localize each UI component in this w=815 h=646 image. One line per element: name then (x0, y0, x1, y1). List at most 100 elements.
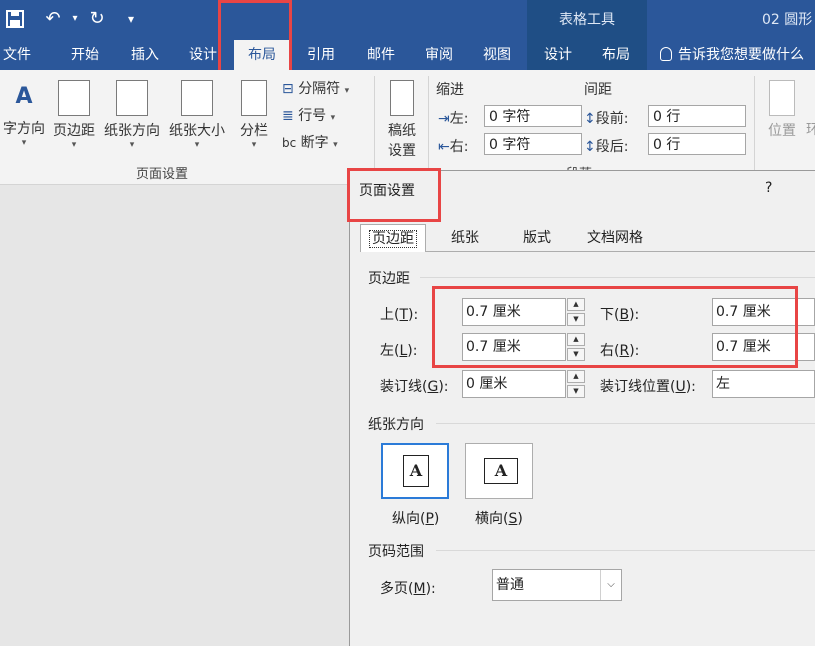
caret-icon: ▾ (21, 138, 27, 148)
caret-icon: ▾ (251, 140, 257, 150)
dialog-tab-layout[interactable]: 版式 (504, 224, 570, 252)
group-separator (428, 76, 429, 176)
tab-table-layout[interactable]: 布局 (594, 40, 638, 70)
draft-paper-button[interactable]: 稿纸 设置 (380, 80, 424, 160)
gutter-position-select[interactable]: 左 (712, 370, 815, 398)
spin-up-icon[interactable]: ▲ (567, 370, 585, 383)
redo-icon[interactable]: ↻ (84, 6, 110, 32)
margins-label: 页边距 (53, 123, 95, 139)
section-divider (436, 423, 815, 424)
dialog-tab-docgrid[interactable]: 文档网格 (574, 224, 656, 252)
orientation-icon (116, 80, 148, 116)
multiple-pages-label: 多页(M): (380, 581, 436, 597)
size-icon (181, 80, 213, 116)
indent-right-input[interactable]: 0 字符 (484, 133, 582, 155)
group-separator (374, 76, 375, 176)
space-after-icon: ↕ (584, 139, 596, 155)
multiple-pages-select[interactable]: 普通 ⌵ (492, 569, 622, 601)
columns-button[interactable]: 分栏 ▾ (234, 80, 274, 150)
text-direction-label: 字方向 (3, 121, 45, 137)
draft-paper-label-1: 稿纸 (388, 123, 416, 139)
caret-icon: ▾ (194, 140, 200, 150)
left-margin-label: 左(L): (380, 343, 418, 359)
text-direction-button[interactable]: A 字方向 ▾ (0, 80, 48, 148)
indent-left-input[interactable]: 0 字符 (484, 105, 582, 127)
gutter-input[interactable]: 0 厘米 (462, 370, 566, 398)
portrait-paper-icon: A (403, 455, 429, 487)
top-margin-label: 上(T): (380, 307, 419, 323)
size-button[interactable]: 纸张大小 ▾ (166, 80, 228, 150)
orientation-button[interactable]: 纸张方向 ▾ (100, 80, 164, 150)
tab-review[interactable]: 审阅 (418, 40, 460, 70)
space-before-label: ↕段前: (584, 111, 629, 127)
tab-view[interactable]: 视图 (476, 40, 518, 70)
highlight-layout-tab (218, 0, 292, 78)
position-button[interactable]: 位置 (760, 80, 804, 140)
tab-home[interactable]: 开始 (64, 40, 106, 70)
chevron-down-icon[interactable]: ⌵ (600, 570, 621, 600)
line-numbers-button[interactable]: ≣ 行号 ▾ (282, 105, 335, 125)
spacing-title: 间距 (584, 82, 612, 98)
position-icon (769, 80, 795, 116)
landscape-label: 横向(S) (475, 511, 523, 527)
indent-right-label: ⇤右: (438, 139, 469, 155)
indent-title: 缩进 (436, 82, 464, 98)
space-before-icon: ↕ (584, 111, 596, 127)
caret-icon: ▾ (129, 140, 135, 150)
multiple-pages-value: 普通 (496, 577, 524, 593)
position-label: 位置 (768, 123, 796, 139)
tab-insert[interactable]: 插入 (124, 40, 166, 70)
hyphenation-button[interactable]: bc 断字 ▾ (282, 132, 338, 152)
document-area[interactable] (0, 185, 350, 645)
caret-icon: ▾ (71, 140, 77, 150)
help-button[interactable]: ? (765, 180, 772, 196)
indent-right-icon: ⇤ (438, 139, 450, 155)
section-divider (436, 550, 815, 551)
tell-me-box[interactable]: 告诉我您想要做什么 (660, 40, 815, 70)
pages-section-title: 页码范围 (368, 541, 430, 561)
spin-down-icon[interactable]: ▼ (567, 385, 585, 398)
indent-left-icon: ⇥ (438, 111, 450, 127)
margins-button[interactable]: 页边距 ▾ (50, 80, 98, 150)
page-setup-group-label: 页面设置 (136, 167, 189, 182)
space-before-input[interactable]: 0 行 (648, 105, 746, 127)
line-numbers-icon: ≣ (282, 108, 294, 124)
landscape-paper-icon: A (484, 458, 518, 484)
more-label: 环 (806, 122, 815, 138)
tab-mailings[interactable]: 邮件 (360, 40, 402, 70)
columns-label: 分栏 (240, 123, 268, 139)
orientation-label: 纸张方向 (104, 123, 160, 139)
hyphenation-label: 断字 (300, 135, 329, 151)
table-tools-context: 表格工具 (527, 0, 647, 40)
orientation-section-title: 纸张方向 (368, 414, 430, 434)
tab-file[interactable]: 文件 (0, 40, 34, 70)
draft-paper-icon (390, 80, 414, 116)
gutter-spinner[interactable]: ▲ ▼ (567, 370, 585, 398)
tab-table-design[interactable]: 设计 (536, 40, 580, 70)
tell-me-text: 告诉我您想要做什么 (678, 47, 804, 63)
gutter-position-label: 装订线位置(U): (600, 379, 696, 395)
draft-paper-label-2: 设置 (388, 143, 416, 159)
breaks-label: 分隔符 (298, 81, 341, 97)
document-title: 02 圆形 (762, 12, 813, 28)
lightbulb-icon (660, 47, 672, 61)
tab-references[interactable]: 引用 (300, 40, 342, 70)
space-after-label: ↕段后: (584, 139, 629, 155)
section-divider (420, 277, 815, 278)
indent-left-label: ⇥左: (438, 111, 469, 127)
group-separator (754, 76, 755, 176)
size-label: 纸张大小 (169, 123, 225, 139)
dialog-tab-paper[interactable]: 纸张 (432, 224, 498, 252)
breaks-button[interactable]: ⊟ 分隔符 ▾ (282, 78, 349, 98)
text-direction-icon: A (15, 84, 33, 109)
line-numbers-label: 行号 (298, 108, 327, 124)
highlight-dialog-title (347, 168, 441, 222)
dialog-tab-margins[interactable]: 页边距 (360, 224, 426, 252)
columns-icon (241, 80, 267, 116)
save-icon[interactable] (2, 6, 28, 32)
landscape-button[interactable]: A (465, 443, 533, 499)
portrait-button[interactable]: A (381, 443, 449, 499)
customize-toolbar-icon[interactable]: ▾ (118, 6, 144, 32)
breaks-icon: ⊟ (282, 81, 294, 97)
space-after-input[interactable]: 0 行 (648, 133, 746, 155)
